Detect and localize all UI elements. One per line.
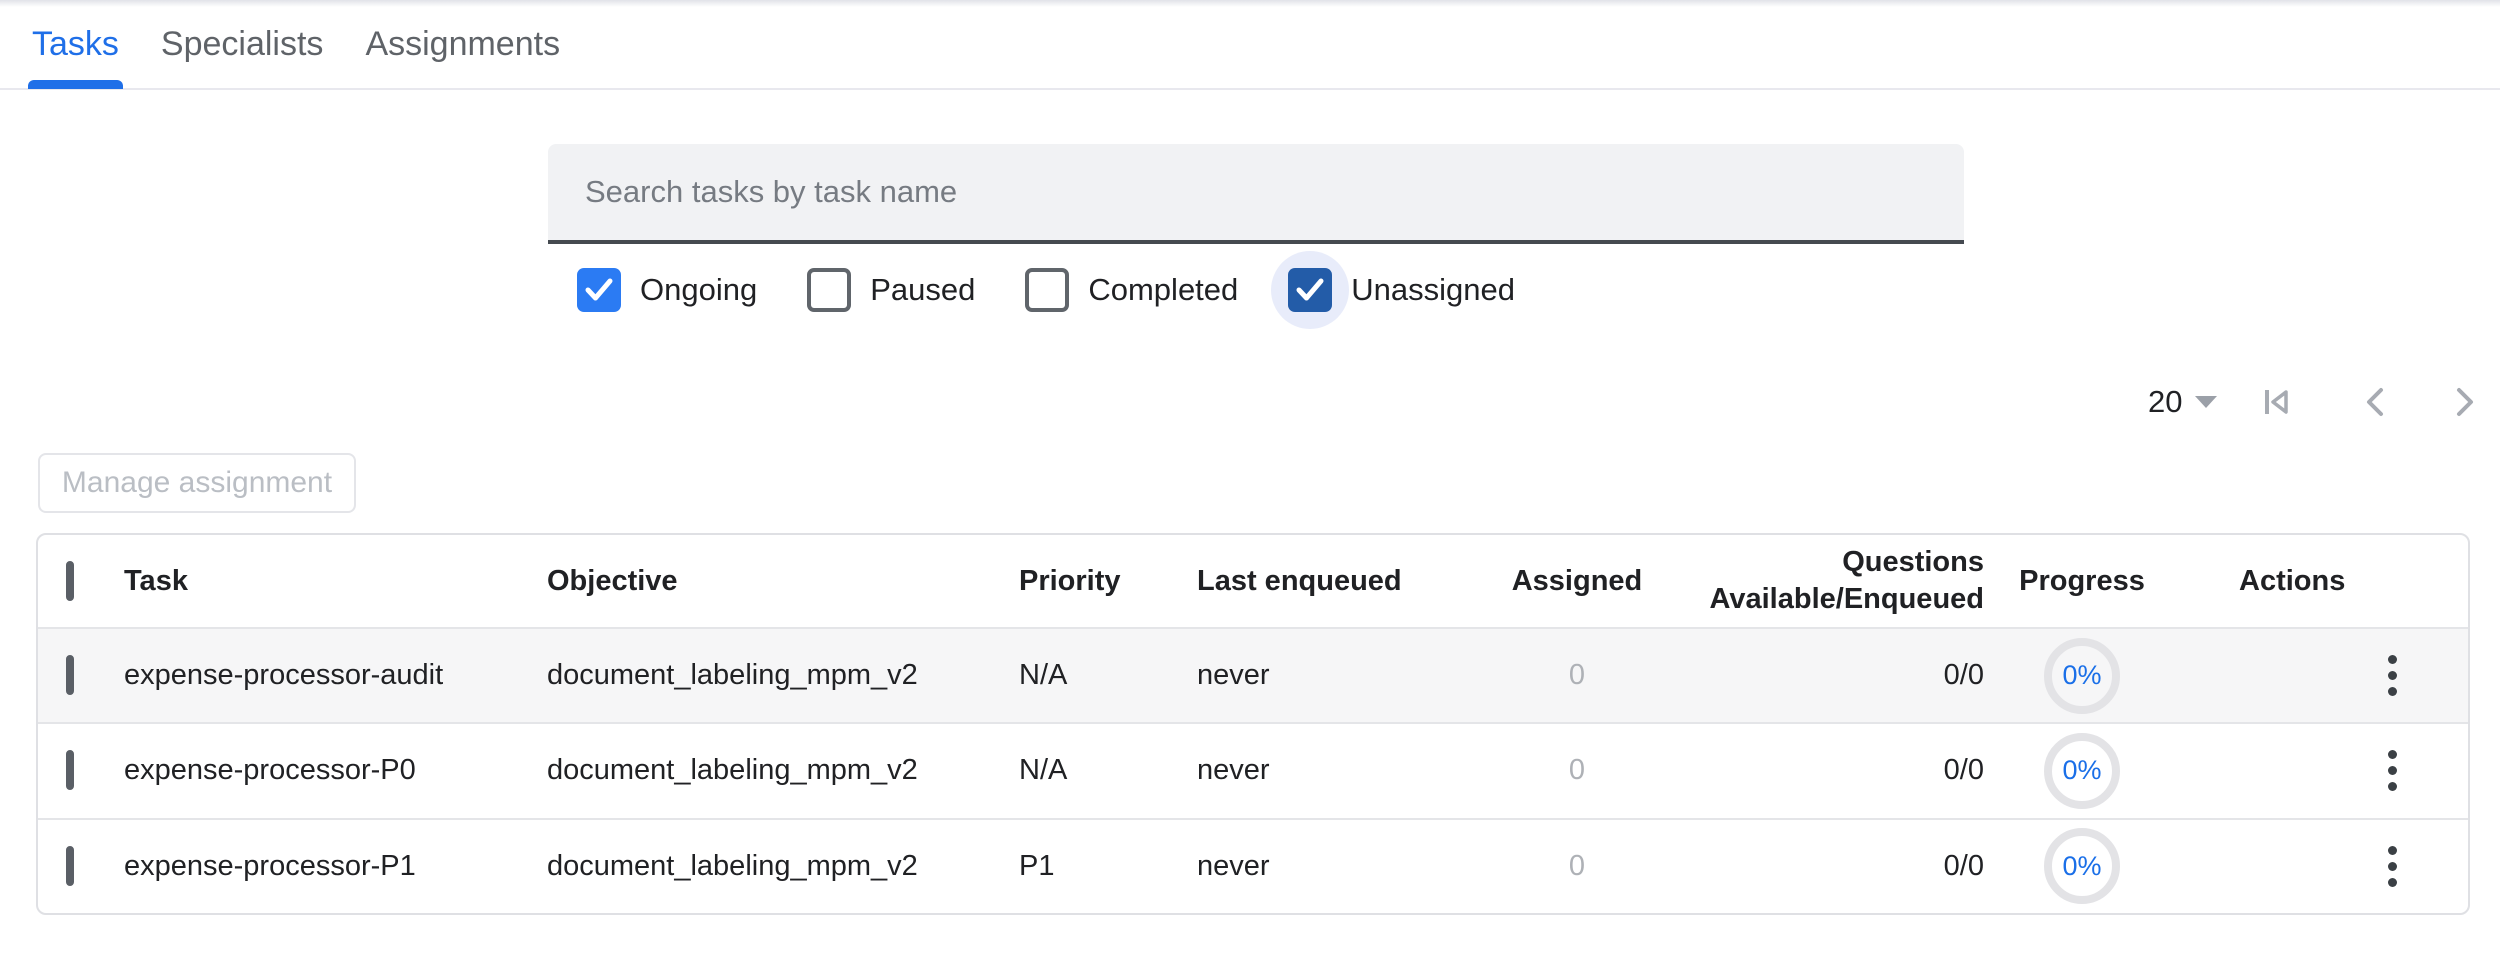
search-box — [548, 144, 1964, 244]
first-page-icon[interactable] — [2258, 383, 2296, 421]
assigned-value: 0 — [1462, 850, 1692, 883]
column-header-actions: Actions — [2172, 565, 2468, 598]
questions-header-line2: Available/Enqueued — [1692, 581, 1984, 618]
objective-value: document_labeling_mpm_v2 — [547, 659, 1019, 692]
task-name: expense-processor-P1 — [124, 850, 547, 883]
column-header-assigned: Assigned — [1462, 565, 1692, 598]
tab-assignments-label: Assignments — [365, 25, 560, 64]
last-enqueued-value: never — [1197, 754, 1462, 787]
tab-tasks[interactable]: Tasks — [32, 0, 119, 89]
questions-value: 0/0 — [1692, 754, 1992, 787]
filter-completed[interactable]: Completed — [1006, 268, 1238, 312]
row-checkbox[interactable] — [66, 750, 74, 790]
column-header-objective: Objective — [547, 565, 1019, 598]
table-header-row: Task Objective Priority Last enqueued As… — [38, 535, 2468, 627]
page-size-value[interactable]: 20 — [2148, 384, 2182, 420]
previous-page-icon[interactable] — [2358, 383, 2392, 421]
progress-value: 0% — [2062, 755, 2101, 786]
column-header-questions: Questions Available/Enqueued — [1692, 544, 1992, 618]
select-all-checkbox[interactable] — [66, 561, 74, 601]
tab-assignments[interactable]: Assignments — [365, 0, 560, 89]
filter-paused-label: Paused — [870, 272, 975, 308]
progress-ring: 0% — [2044, 828, 2120, 904]
row-actions-menu-icon[interactable] — [2364, 739, 2420, 803]
column-header-priority: Priority — [1019, 565, 1197, 598]
task-name: expense-processor-P0 — [124, 754, 547, 787]
tab-tasks-label: Tasks — [32, 25, 119, 64]
checkbox-completed[interactable] — [1025, 268, 1069, 312]
tab-specialists-label: Specialists — [161, 25, 324, 64]
page-size-dropdown-icon[interactable] — [2194, 395, 2218, 409]
objective-value: document_labeling_mpm_v2 — [547, 754, 1019, 787]
column-header-last-enqueued: Last enqueued — [1197, 565, 1462, 598]
filter-ongoing-label: Ongoing — [640, 272, 757, 308]
progress-value: 0% — [2062, 660, 2101, 691]
filter-unassigned[interactable]: Unassigned — [1269, 268, 1515, 312]
status-filters: Ongoing Paused Completed Unass — [558, 252, 1546, 328]
priority-value: P1 — [1019, 850, 1197, 883]
filter-completed-label: Completed — [1088, 272, 1238, 308]
questions-value: 0/0 — [1692, 850, 1992, 883]
assigned-value: 0 — [1462, 659, 1692, 692]
progress-value: 0% — [2062, 851, 2101, 882]
last-enqueued-value: never — [1197, 659, 1462, 692]
manage-assignment-button[interactable]: Manage assignment — [38, 453, 356, 513]
table-row[interactable]: expense-processor-P1 document_labeling_m… — [38, 818, 2468, 913]
column-header-task: Task — [124, 565, 547, 598]
table-row[interactable]: expense-processor-P0 document_labeling_m… — [38, 722, 2468, 817]
checkbox-unassigned[interactable] — [1288, 268, 1332, 312]
questions-header-line1: Questions — [1692, 544, 1984, 581]
priority-value: N/A — [1019, 659, 1197, 692]
filter-unassigned-label: Unassigned — [1351, 272, 1515, 308]
tasks-table: Task Objective Priority Last enqueued As… — [36, 533, 2470, 915]
objective-value: document_labeling_mpm_v2 — [547, 850, 1019, 883]
progress-ring: 0% — [2044, 638, 2120, 714]
row-actions-menu-icon[interactable] — [2364, 644, 2420, 708]
next-page-icon[interactable] — [2448, 383, 2482, 421]
row-checkbox[interactable] — [66, 655, 74, 695]
check-icon — [584, 277, 614, 303]
search-input[interactable] — [585, 174, 1964, 210]
checkbox-paused[interactable] — [807, 268, 851, 312]
assigned-value: 0 — [1462, 754, 1692, 787]
task-name: expense-processor-audit — [124, 659, 547, 692]
last-enqueued-value: never — [1197, 850, 1462, 883]
active-tab-indicator — [28, 80, 123, 89]
check-icon — [1295, 277, 1325, 303]
tab-specialists[interactable]: Specialists — [161, 0, 324, 89]
column-header-progress: Progress — [1992, 565, 2172, 598]
row-checkbox[interactable] — [66, 846, 74, 886]
progress-ring: 0% — [2044, 733, 2120, 809]
checkbox-ongoing[interactable] — [577, 268, 621, 312]
tasks-page: Tasks Specialists Assignments Ongoing — [0, 0, 2500, 955]
table-row[interactable]: expense-processor-audit document_labelin… — [38, 627, 2468, 722]
filter-paused[interactable]: Paused — [788, 268, 975, 312]
priority-value: N/A — [1019, 754, 1197, 787]
pagination-controls: 20 — [2148, 372, 2482, 432]
tab-bar: Tasks Specialists Assignments — [0, 0, 2500, 90]
filter-ongoing[interactable]: Ongoing — [558, 268, 757, 312]
row-actions-menu-icon[interactable] — [2364, 834, 2420, 898]
questions-value: 0/0 — [1692, 659, 1992, 692]
